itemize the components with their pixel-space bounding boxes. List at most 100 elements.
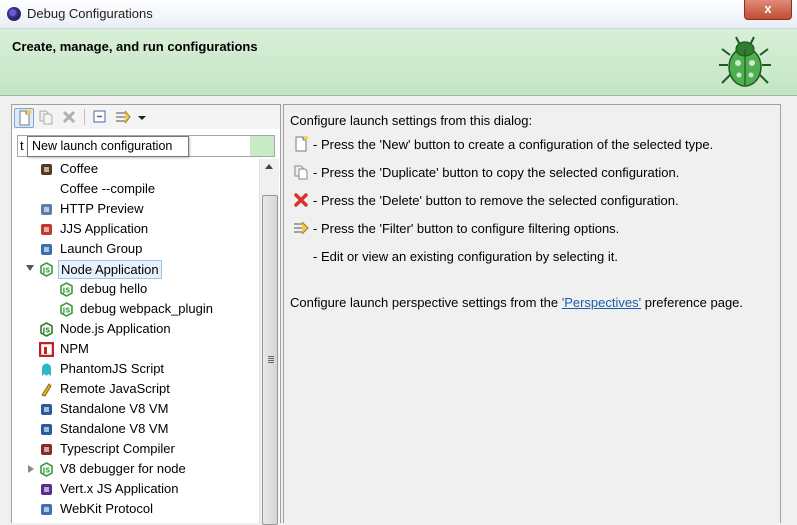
title-bar: Debug Configurations x	[0, 0, 797, 29]
duplicate-config-button[interactable]	[37, 108, 55, 126]
window-title: Debug Configurations	[27, 6, 153, 21]
coffee-icon	[39, 162, 54, 177]
header-title: Create, manage, and run configurations	[12, 39, 258, 54]
jjs-icon	[39, 222, 54, 237]
tree-item[interactable]: HTTP Preview	[12, 199, 258, 219]
nodejs-icon: JS	[39, 322, 54, 337]
http-preview-icon	[39, 202, 54, 217]
tree-scrollbar[interactable]	[259, 159, 279, 525]
clear-filter-icon[interactable]	[250, 136, 274, 156]
duplicate-icon	[294, 165, 308, 180]
tree-item-label: HTTP Preview	[60, 201, 144, 216]
tree-item[interactable]: Standalone V8 VM	[12, 419, 258, 439]
tree-item[interactable]: Coffee	[12, 159, 258, 179]
v8-icon	[39, 422, 54, 437]
typescript-icon	[39, 442, 54, 457]
tree-item-label: Coffee	[60, 161, 99, 176]
tree-item[interactable]: Remote JavaScript	[12, 379, 258, 399]
tree-item[interactable]: Coffee --compile	[12, 179, 258, 199]
view-menu-icon	[138, 116, 146, 120]
tooltip: New launch configuration	[27, 136, 189, 157]
svg-text:JS: JS	[42, 327, 51, 335]
collapse-arrow-icon[interactable]	[28, 465, 34, 473]
svg-text:JS: JS	[62, 287, 71, 295]
delete-icon	[62, 110, 76, 124]
tree-item-label: Remote JavaScript	[60, 381, 170, 396]
tree-item-label: Node.js Application	[60, 321, 171, 336]
perspective-prefix: Configure launch perspective settings fr…	[290, 295, 559, 310]
node-icon: JS	[39, 462, 54, 477]
collapse-all-button[interactable]	[91, 108, 109, 126]
webkit-icon	[39, 502, 54, 517]
view-menu-button[interactable]	[136, 108, 148, 126]
tree-item[interactable]: JS Node Application	[12, 259, 258, 279]
close-button[interactable]: x	[744, 0, 792, 20]
remote-js-icon	[39, 382, 54, 397]
tree-item[interactable]: JJS Application	[12, 219, 258, 239]
info-panel: Configure launch settings from this dial…	[283, 104, 781, 523]
tree-item-label: NPM	[60, 341, 89, 356]
tree-item-label: Node Application	[58, 260, 162, 279]
launch-toolbar	[12, 105, 280, 129]
vertx-icon	[39, 482, 54, 497]
tree-item[interactable]: JS Node.js Application	[12, 319, 258, 339]
tree-item[interactable]: Standalone V8 VM	[12, 399, 258, 419]
svg-text:JS: JS	[42, 467, 51, 475]
tree-item-label: V8 debugger for node	[60, 461, 186, 476]
delete-icon	[294, 193, 308, 207]
tree-item[interactable]: JS V8 debugger for node	[12, 459, 258, 479]
v8-icon	[39, 402, 54, 417]
tree-item-label: debug webpack_plugin	[80, 301, 213, 316]
duplicate-instruction: - Press the 'Duplicate' button to copy t…	[313, 165, 680, 180]
node-icon: JS	[59, 282, 74, 297]
tree-item[interactable]: JS debug hello	[12, 279, 258, 299]
tree-item[interactable]: PhantomJS Script	[12, 359, 258, 379]
tree-item[interactable]: Launch Group	[12, 239, 258, 259]
new-icon	[19, 109, 32, 126]
tree-item[interactable]: WebKit Protocol	[12, 499, 258, 519]
expand-arrow-icon[interactable]	[26, 265, 34, 271]
scroll-thumb[interactable]	[262, 195, 278, 525]
filter-button[interactable]	[114, 108, 132, 126]
tree-item[interactable]: NPM	[12, 339, 258, 359]
configurations-panel: Coffee Coffee --compile HTTP Preview JJS Ap…	[11, 104, 281, 525]
tree-item-label: debug hello	[80, 281, 148, 296]
filter-instruction: - Press the 'Filter' button to configure…	[313, 221, 620, 236]
tree-item[interactable]: Vert.x JS Application	[12, 479, 258, 499]
filter-icon	[294, 221, 309, 235]
eclipse-icon	[7, 7, 21, 21]
tree-item-label: JJS Application	[60, 221, 149, 236]
tree-item-label: Standalone V8 VM	[60, 421, 169, 436]
toolbar-divider	[84, 109, 85, 125]
bug-icon	[719, 36, 771, 87]
tree-item-label: Coffee --compile	[60, 181, 156, 196]
tree-item-label: Standalone V8 VM	[60, 401, 169, 416]
collapse-all-icon	[93, 110, 106, 123]
scroll-up-icon[interactable]	[265, 164, 273, 169]
svg-text:JS: JS	[42, 267, 51, 275]
phantomjs-icon	[39, 362, 54, 377]
npm-icon	[38, 341, 55, 358]
launch-group-icon	[39, 242, 54, 257]
tree-item[interactable]: Typescript Compiler	[12, 439, 258, 459]
perspective-text: Configure launch perspective settings fr…	[290, 295, 743, 310]
new-icon	[295, 136, 309, 152]
node-icon: JS	[39, 262, 54, 277]
node-icon: JS	[59, 302, 74, 317]
tree-item[interactable]: JS debug webpack_plugin	[12, 299, 258, 319]
delete-config-button[interactable]	[60, 108, 78, 126]
delete-instruction: - Press the 'Delete' button to remove th…	[313, 193, 679, 208]
new-config-button[interactable]	[14, 108, 34, 128]
tree-item-label: WebKit Protocol	[60, 501, 153, 516]
perspective-suffix: preference page.	[644, 295, 744, 310]
tree-item-label: PhantomJS Script	[60, 361, 165, 376]
new-instruction: - Press the 'New' button to create a con…	[313, 137, 714, 152]
intro-text: Configure launch settings from this dial…	[290, 113, 533, 128]
grip-icon	[268, 356, 274, 357]
duplicate-icon	[39, 110, 53, 125]
edit-instruction: - Edit or view an existing configuration…	[313, 249, 618, 264]
svg-text:JS: JS	[62, 307, 71, 315]
dialog-header: Create, manage, and run configurations	[0, 29, 797, 96]
filter-icon	[116, 110, 131, 124]
perspectives-link[interactable]: 'Perspectives'	[562, 295, 641, 310]
